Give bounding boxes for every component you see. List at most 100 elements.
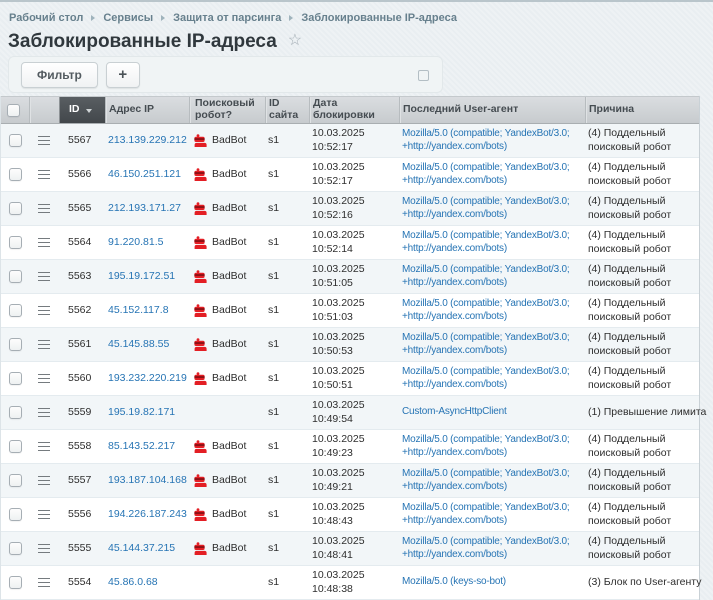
- ip-link[interactable]: 46.150.251.121: [108, 168, 181, 181]
- user-agent-link[interactable]: Mozilla/5.0 (compatible; YandexBot/3.0;+…: [402, 332, 569, 357]
- filter-button[interactable]: Фильтр: [21, 62, 98, 88]
- user-agent-link[interactable]: Mozilla/5.0 (compatible; YandexBot/3.0;+…: [402, 366, 569, 391]
- ua-line: +http://yandex.com/bots): [402, 141, 569, 154]
- row-menu-icon[interactable]: [38, 374, 50, 383]
- breadcrumb-link-services[interactable]: Сервисы: [103, 12, 153, 24]
- block-date: 10.03.202510:50:51: [309, 362, 399, 395]
- ip-link[interactable]: 45.86.0.68: [108, 576, 158, 589]
- row-menu-icon[interactable]: [38, 306, 50, 315]
- row-checkbox[interactable]: [9, 270, 22, 283]
- row-menu-icon[interactable]: [38, 204, 50, 213]
- user-agent-link[interactable]: Mozilla/5.0 (compatible; YandexBot/3.0;+…: [402, 536, 569, 561]
- table-row: 5563195.19.172.51 BadBots110.03.202510:5…: [1, 260, 699, 294]
- ip-link[interactable]: 45.145.88.55: [108, 338, 169, 351]
- ip-link[interactable]: 193.232.220.219: [108, 372, 187, 385]
- ip-link[interactable]: 193.187.104.168: [108, 474, 187, 487]
- ua-line: +http://yandex.com/bots): [402, 175, 569, 188]
- breadcrumb-separator-icon: [91, 15, 95, 21]
- add-button[interactable]: +: [106, 62, 140, 88]
- row-checkbox[interactable]: [9, 134, 22, 147]
- row-menu-icon[interactable]: [38, 476, 50, 485]
- date-line: 10:51:03: [312, 311, 365, 324]
- row-menu-icon[interactable]: [38, 442, 50, 451]
- user-agent-link[interactable]: Mozilla/5.0 (compatible; YandexBot/3.0;+…: [402, 230, 569, 255]
- badbot-label: BadBot: [212, 270, 246, 283]
- badbot-badge: BadBot: [194, 542, 246, 555]
- user-agent-link[interactable]: Mozilla/5.0 (keys-so-bot): [402, 576, 506, 589]
- row-menu-icon[interactable]: [38, 136, 50, 145]
- user-agent-link[interactable]: Mozilla/5.0 (compatible; YandexBot/3.0;+…: [402, 196, 569, 221]
- row-checkbox[interactable]: [9, 406, 22, 419]
- column-header-id[interactable]: ID: [59, 97, 105, 123]
- user-agent-link[interactable]: Mozilla/5.0 (compatible; YandexBot/3.0;+…: [402, 298, 569, 323]
- row-checkbox[interactable]: [9, 440, 22, 453]
- column-header-site[interactable]: ID сайта: [265, 97, 309, 123]
- date-line: 10.03.2025: [312, 297, 365, 310]
- badbot-icon: [194, 542, 207, 555]
- favorite-star-icon[interactable]: ☆: [288, 33, 302, 49]
- row-menu-icon[interactable]: [38, 170, 50, 179]
- row-menu-icon[interactable]: [38, 544, 50, 553]
- ip-link[interactable]: 91.220.81.5: [108, 236, 163, 249]
- ip-link[interactable]: 85.143.52.217: [108, 440, 175, 453]
- row-checkbox[interactable]: [9, 338, 22, 351]
- row-checkbox[interactable]: [9, 508, 22, 521]
- ip-link[interactable]: 213.139.229.212: [108, 134, 187, 147]
- row-id: 5558: [59, 430, 105, 463]
- row-menu-icon[interactable]: [38, 340, 50, 349]
- row-menu-icon[interactable]: [38, 238, 50, 247]
- user-agent-link[interactable]: Mozilla/5.0 (compatible; YandexBot/3.0;+…: [402, 502, 569, 527]
- date-line: 10.03.2025: [312, 195, 365, 208]
- row-menu-icon[interactable]: [38, 578, 50, 587]
- select-all-checkbox[interactable]: [7, 104, 20, 117]
- ip-cell: 195.19.172.51: [105, 260, 189, 293]
- ip-link[interactable]: 194.226.187.243: [108, 508, 187, 521]
- user-agent-link[interactable]: Mozilla/5.0 (compatible; YandexBot/3.0;+…: [402, 264, 569, 289]
- row-checkbox[interactable]: [9, 304, 22, 317]
- row-checkbox[interactable]: [9, 202, 22, 215]
- ua-line: Mozilla/5.0 (compatible; YandexBot/3.0;: [402, 230, 569, 243]
- ip-link[interactable]: 212.193.171.27: [108, 202, 181, 215]
- row-menu-icon[interactable]: [38, 510, 50, 519]
- user-agent-link[interactable]: Mozilla/5.0 (compatible; YandexBot/3.0;+…: [402, 434, 569, 459]
- row-id: 5562: [59, 294, 105, 327]
- badbot-badge: BadBot: [194, 372, 246, 385]
- user-agent-link[interactable]: Custom-AsyncHttpClient: [402, 406, 507, 419]
- row-checkbox[interactable]: [9, 474, 22, 487]
- column-header-ip[interactable]: Адрес IP: [105, 97, 189, 123]
- date-line: 10.03.2025: [312, 399, 365, 412]
- column-header-robot[interactable]: Поисковый робот?: [189, 97, 265, 123]
- row-checkbox[interactable]: [9, 542, 22, 555]
- row-select-cell: [1, 396, 29, 429]
- breadcrumb-link-parsing-protection[interactable]: Защита от парсинга: [173, 12, 281, 24]
- reason-lines: (4) Поддельныйпоисковый робот: [588, 331, 671, 357]
- row-checkbox[interactable]: [9, 576, 22, 589]
- robot-cell: [189, 396, 265, 429]
- block-date-lines: 10.03.202510:49:54: [312, 399, 365, 425]
- row-checkbox[interactable]: [9, 236, 22, 249]
- ip-link[interactable]: 45.152.117.8: [108, 304, 169, 317]
- row-checkbox[interactable]: [9, 372, 22, 385]
- robot-cell: BadBot: [189, 430, 265, 463]
- ip-link[interactable]: 195.19.172.51: [108, 270, 175, 283]
- row-menu-icon[interactable]: [38, 272, 50, 281]
- column-header-date[interactable]: Дата блокировки: [309, 97, 399, 123]
- badbot-badge: BadBot: [194, 440, 246, 453]
- ip-link[interactable]: 45.144.37.215: [108, 542, 175, 555]
- ua-line: +http://yandex.com/bots): [402, 277, 569, 290]
- column-header-ua[interactable]: Последний User-агент: [399, 97, 585, 123]
- breadcrumb-link-desktop[interactable]: Рабочий стол: [9, 12, 83, 24]
- row-select-cell: [1, 464, 29, 497]
- row-id: 5559: [59, 396, 105, 429]
- ip-cell: 212.193.171.27: [105, 192, 189, 225]
- row-checkbox[interactable]: [9, 168, 22, 181]
- row-menu-icon[interactable]: [38, 408, 50, 417]
- user-agent-link[interactable]: Mozilla/5.0 (compatible; YandexBot/3.0;+…: [402, 128, 569, 153]
- user-agent-link[interactable]: Mozilla/5.0 (compatible; YandexBot/3.0;+…: [402, 468, 569, 493]
- row-menu-cell: [29, 532, 59, 565]
- ip-link[interactable]: 195.19.82.171: [108, 406, 175, 419]
- column-header-reason[interactable]: Причина: [585, 97, 701, 123]
- grid-settings-icon[interactable]: [418, 70, 429, 81]
- user-agent-link[interactable]: Mozilla/5.0 (compatible; YandexBot/3.0;+…: [402, 162, 569, 187]
- badbot-label: BadBot: [212, 202, 246, 215]
